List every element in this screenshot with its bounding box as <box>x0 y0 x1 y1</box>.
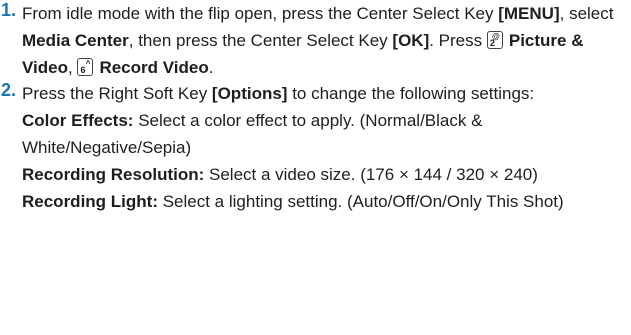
menu-key-label: [MENU] <box>498 4 560 23</box>
media-center-label: Media Center <box>22 31 129 50</box>
setting-description: Select a lighting setting. (Auto/Off/On/… <box>157 192 564 211</box>
step-1-text-part1: From idle mode with the flip open, press… <box>22 4 499 23</box>
setting-label: Recording Resolution: <box>22 165 205 184</box>
step-1-text: From idle mode with the flip open, press… <box>22 0 625 81</box>
ok-key-label: [OK] <box>392 31 430 50</box>
keypad-2-symbol: @ <box>492 32 500 41</box>
step-2-text: Press the Right Soft Key [Options] to ch… <box>22 80 625 215</box>
keypad-6-icon: 6 ^ <box>77 58 94 76</box>
step-1-number: 1. <box>1 0 17 20</box>
keypad-6-digit: 6 <box>80 65 86 75</box>
step-1-end: . <box>208 58 214 77</box>
step-1-text-part3: , then press the Center Select Key <box>128 31 393 50</box>
setting-label: Color Effects: <box>22 111 134 130</box>
setting-recording-light: Recording Light: Select a lighting setti… <box>22 188 625 215</box>
step-2-text-part1: Press the Right Soft Key <box>22 84 212 103</box>
record-video-label: Record Video <box>99 58 209 77</box>
setting-label: Recording Light: <box>22 192 158 211</box>
options-key-label: [Options] <box>211 84 288 103</box>
step-2-number: 2. <box>1 80 17 100</box>
step-1-text-part2: , select <box>559 4 614 23</box>
step-1-text-part4: . Press <box>429 31 487 50</box>
step-1: 1. From idle mode with the flip open, pr… <box>0 0 625 81</box>
keypad-2-icon: 2 @ <box>486 31 503 49</box>
instruction-document: 1. From idle mode with the flip open, pr… <box>0 0 631 335</box>
step-2: 2. Press the Right Soft Key [Options] to… <box>0 80 625 215</box>
setting-description: Select a video size. (176 × 144 / 320 × … <box>204 165 538 184</box>
step-1-separator: , <box>67 58 78 77</box>
keypad-6-symbol: ^ <box>85 59 91 68</box>
step-2-text-part2: to change the following settings: <box>287 84 535 103</box>
setting-recording-resolution: Recording Resolution: Select a video siz… <box>22 161 625 188</box>
setting-color-effects: Color Effects: Select a color effect to … <box>22 107 625 161</box>
